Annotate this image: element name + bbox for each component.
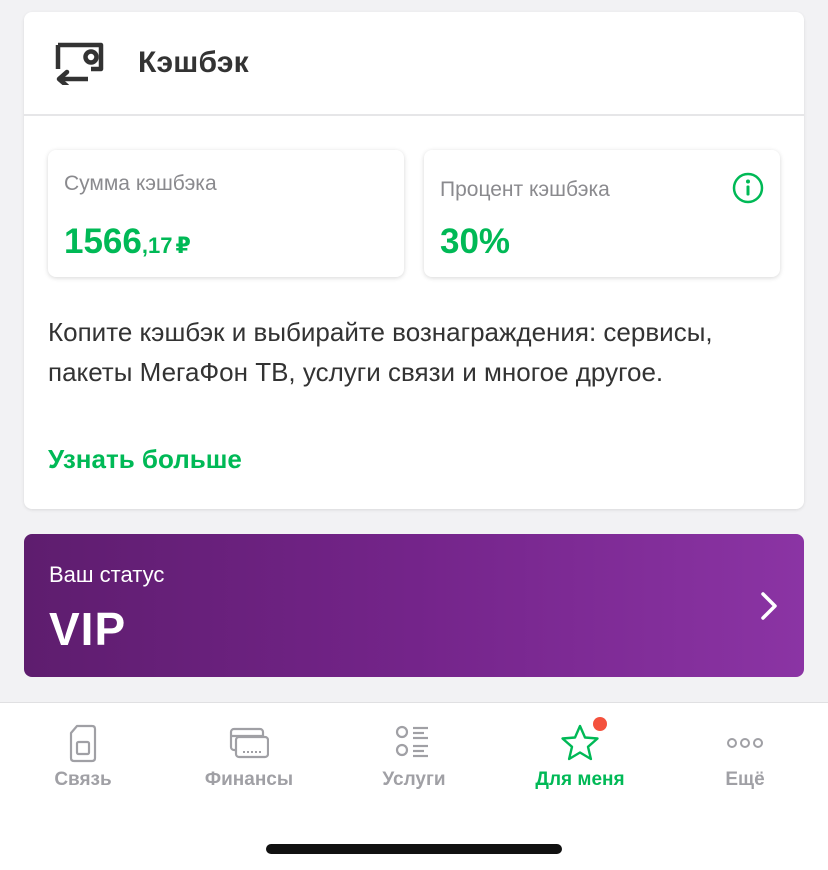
- star-icon: [561, 724, 599, 761]
- list-icon: [395, 725, 428, 758]
- nav-item-svyaz[interactable]: Связь: [0, 717, 166, 797]
- cashback-percent-box: Процент кэшбэка 30%: [424, 150, 780, 277]
- cashback-sum-decimal: ,17: [141, 233, 173, 258]
- status-label: Ваш статус: [49, 562, 165, 587]
- chevron-right-icon: [761, 592, 777, 620]
- nav-label-svyaz: Связь: [54, 769, 112, 790]
- status-value: VIP: [49, 603, 127, 655]
- cashback-sum-value: 1566,17 ₽: [64, 224, 191, 259]
- cashback-percent-label: Процент кэшбэка: [440, 178, 610, 201]
- nav-label-dlya-menya: Для меня: [535, 769, 625, 790]
- sim-card-icon: [69, 724, 97, 763]
- nav-item-eshche[interactable]: Ещё: [662, 717, 828, 797]
- cashback-percent-number: 30%: [440, 222, 511, 261]
- nav-label-eshche: Ещё: [725, 769, 765, 790]
- nav-item-uslugi[interactable]: Услуги: [331, 717, 497, 797]
- cashback-header: Кэшбэк: [24, 12, 804, 116]
- nav-item-finansy[interactable]: Финансы: [166, 717, 332, 797]
- cashback-sum-box: Сумма кэшбэка 1566,17 ₽: [48, 150, 404, 277]
- bottom-nav: Связь Финансы Услуги Для меня Ещё: [0, 702, 828, 870]
- cashback-title: Кэшбэк: [138, 46, 249, 79]
- info-icon[interactable]: [732, 172, 764, 204]
- cashback-card: Кэшбэк Сумма кэшбэка 1566,17 ₽ Процент кэ…: [24, 12, 804, 509]
- home-indicator: [266, 844, 562, 854]
- cashback-sum-label: Сумма кэшбэка: [64, 172, 217, 195]
- cashback-sum-integer: 1566: [64, 222, 142, 261]
- cashback-description: Копите кэшбэк и выбирайте вознаграждения…: [48, 317, 713, 387]
- nav-item-dlya-menya[interactable]: Для меня: [497, 717, 663, 797]
- cashback-icon: [55, 42, 104, 85]
- nav-label-finansy: Финансы: [204, 769, 294, 790]
- cashback-percent-value: 30%: [440, 224, 510, 259]
- notification-badge: [593, 717, 607, 731]
- learn-more-link[interactable]: Узнать больше: [48, 444, 242, 475]
- currency-symbol: ₽: [175, 233, 191, 258]
- cards-icon: [229, 727, 269, 759]
- status-banner[interactable]: Ваш статус VIP: [24, 534, 804, 677]
- nav-label-uslugi: Услуги: [382, 769, 446, 790]
- more-dots-icon: [727, 738, 763, 748]
